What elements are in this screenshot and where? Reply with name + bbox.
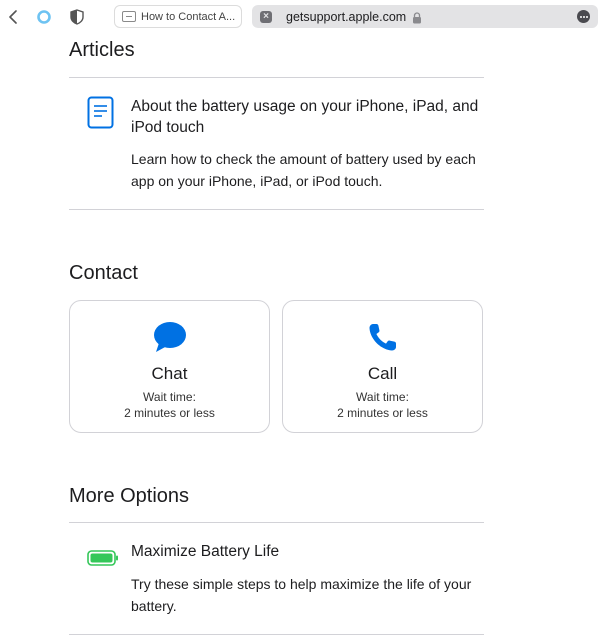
chat-card[interactable]: Chat Wait time: 2 minutes or less: [69, 300, 270, 433]
divider: [69, 634, 484, 635]
wait-time-value: 2 minutes or less: [337, 406, 428, 420]
call-card[interactable]: Call Wait time: 2 minutes or less: [282, 300, 483, 433]
more-options-heading: More Options: [69, 485, 190, 507]
chat-bubble-icon: [70, 321, 269, 353]
address-bar[interactable]: × getsupport.apple.com: [252, 5, 598, 28]
option-description: Try these simple steps to help maximize …: [131, 576, 472, 614]
chevron-left-icon: [9, 10, 17, 24]
wait-time-label: Wait time:: [356, 390, 409, 404]
article-description: Learn how to check the amount of battery…: [131, 151, 476, 189]
address-text: getsupport.apple.com: [286, 9, 407, 24]
shield-icon: [70, 9, 84, 25]
article-link-battery-usage[interactable]: About the battery usage on your iPhone, …: [131, 96, 481, 138]
document-icon: [87, 96, 114, 129]
contact-heading: Contact: [69, 262, 138, 284]
close-icon[interactable]: ×: [260, 10, 272, 23]
wait-time-label: Wait time:: [143, 390, 196, 404]
divider: [69, 77, 484, 78]
browser-toolbar: How to Contact A... × getsupport.apple.c…: [0, 0, 600, 34]
more-icon[interactable]: [577, 10, 590, 23]
extension-button[interactable]: [36, 9, 52, 25]
divider: [69, 522, 484, 523]
chat-wait: Wait time: 2 minutes or less: [70, 389, 269, 421]
back-button[interactable]: [6, 9, 20, 25]
call-wait: Wait time: 2 minutes or less: [283, 389, 482, 421]
privacy-button[interactable]: [69, 8, 85, 26]
call-label: Call: [367, 364, 398, 383]
circle-icon: [37, 10, 51, 24]
wait-time-value: 2 minutes or less: [124, 406, 215, 420]
lock-icon: [412, 11, 422, 23]
phone-icon: [283, 321, 482, 353]
articles-heading: Articles: [69, 39, 135, 61]
tab-contact-apple[interactable]: How to Contact A...: [114, 5, 242, 28]
divider: [69, 209, 484, 210]
page-icon: [122, 11, 136, 22]
chat-label: Chat: [151, 364, 188, 383]
option-link-maximize-battery[interactable]: Maximize Battery Life: [131, 543, 279, 561]
battery-icon: [87, 550, 119, 566]
tab-title: How to Contact A...: [141, 10, 236, 23]
